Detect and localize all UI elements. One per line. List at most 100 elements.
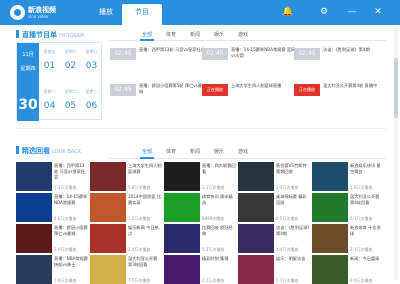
date-number: 06 [85, 101, 98, 111]
video-card[interactable]: 体育快讯 周末精选 8899次播放 [164, 193, 236, 222]
filter-all[interactable]: 全部 [142, 148, 152, 155]
tab-play[interactable]: 播放 [86, 4, 126, 21]
close-icon[interactable]: ✕ [372, 6, 384, 18]
video-thumbnail[interactable] [90, 193, 126, 222]
video-card[interactable]: 新浪体育 十佳进球 3.1万次播放 [312, 224, 384, 253]
video-thumbnail[interactable] [238, 224, 274, 253]
app-logo[interactable]: 新浪视频 sina video [10, 4, 70, 21]
video-thumbnail[interactable] [90, 162, 126, 191]
filter-news[interactable]: 新闻 [190, 31, 200, 38]
video-card[interactable]: 上海大学生四人制篮球赛 5.8万次播放 [90, 162, 162, 191]
video-card[interactable]: 新浪娱乐快讯 星空舞台 1.9万次播放 [312, 162, 384, 191]
video-card[interactable]: 直播：四大联赛回看 2.1万次播放 [164, 162, 236, 191]
schedule-item[interactable]: 02:45 访谈：《胜利足球》第4期 [294, 44, 390, 66]
schedule-title: 温大利亚公开赛第4轮 直播中 [323, 83, 378, 88]
date-cell[interactable]: 星期一 04 [39, 83, 60, 120]
video-thumbnail[interactable] [16, 162, 52, 191]
video-thumbnail[interactable] [238, 162, 274, 191]
video-card[interactable]: 访谈：《胜利足球》第4期 4.4万次播放 [238, 224, 310, 253]
schedule-item[interactable]: 正在播放 温大利亚公开赛第4轮 直播中 [294, 80, 390, 102]
video-caption[interactable]: 蔡拉德VS劳斯特 视频回放 [276, 163, 310, 174]
selected-day[interactable]: 11月 星期四 30 [17, 43, 39, 121]
date-cell[interactable]: 星期二 05 [60, 83, 81, 120]
video-thumbnail[interactable] [312, 224, 348, 253]
video-caption[interactable]: 直播：西甲第13轮 马竞vs皇家社会 [54, 163, 88, 180]
filter-entertainment[interactable]: 娱乐 [214, 148, 224, 155]
filter-sports[interactable]: 体育 [166, 148, 176, 155]
filter-news[interactable]: 新闻 [190, 148, 200, 155]
video-caption[interactable]: 直播：NBA常规赛 快船vs勇士 [54, 256, 88, 267]
schedule-item[interactable]: 正在播放 上海大学生四人制篮球直播 [202, 80, 298, 102]
video-caption[interactable]: 新闻：今日要闻 [350, 256, 384, 262]
date-cell[interactable]: 星期五 01 [39, 43, 60, 80]
video-card[interactable]: 新闻：今日要闻 9.9万次播放 [312, 255, 384, 284]
date-cell[interactable]: 星期日 03 [81, 43, 102, 80]
video-thumbnail[interactable] [16, 255, 52, 284]
video-caption[interactable]: 直播：欧冠小组赛 拜仁vs曼城 [54, 225, 88, 236]
schedule-item[interactable]: 02:45 直播：欧冠小组赛第5轮 拜仁vs曼城 [110, 80, 206, 102]
filter-divider [108, 157, 386, 159]
video-caption[interactable]: 上海大学生四人制篮球赛 [128, 163, 162, 174]
video-card[interactable]: 娱乐新闻 今日热点 2.4万次播放 [90, 224, 162, 253]
video-caption[interactable]: 体育快讯 周末精选 [202, 194, 236, 205]
schedule-item[interactable]: 02:45 直播：西甲第13轮 马竞vs皇家社会 [110, 44, 206, 66]
video-caption[interactable]: 温大利亚公开赛 第3轮回看 [128, 256, 162, 267]
minimize-icon[interactable]: — [346, 6, 358, 18]
video-thumbnail[interactable] [90, 255, 126, 284]
weekday-label: 星期四 [20, 66, 36, 72]
video-caption[interactable]: 比赛回放 欧冠经典 [202, 225, 236, 236]
video-card[interactable]: 2014中国男篮 比赛实录 1.2万次播放 [90, 193, 162, 222]
video-caption[interactable]: 娱乐新闻 今日热点 [128, 225, 162, 236]
video-caption[interactable]: 精彩时刻 集锦 [202, 256, 236, 262]
filter-games[interactable]: 游戏 [238, 31, 248, 38]
video-caption[interactable]: 桌球锦标赛 精彩回顾 [276, 194, 310, 205]
date-weekday: 星期五 [43, 49, 56, 54]
video-caption[interactable]: 直播：四大联赛回看 [202, 163, 236, 174]
video-card[interactable]: 精彩时刻 集锦 2.7万次播放 [164, 255, 236, 284]
video-caption[interactable]: 娱乐：明星访谈 [276, 256, 310, 262]
filter-entertainment[interactable]: 娱乐 [214, 31, 224, 38]
video-caption[interactable]: 直播：14-15赛季NBA常规赛 [54, 194, 88, 205]
video-caption[interactable]: 新浪娱乐快讯 星空舞台 [350, 163, 384, 174]
video-card[interactable]: 直播：NBA常规赛 快船vs勇士 1.6万次播放 [16, 255, 88, 284]
video-card[interactable]: 直播：欧冠小组赛 拜仁vs曼城 3.9万次播放 [16, 224, 88, 253]
date-cell[interactable]: 星期三 06 [81, 83, 102, 120]
video-thumbnail[interactable] [16, 224, 52, 253]
video-card[interactable]: 温大利亚公开赛 第4轮回看 6.1万次播放 [312, 193, 384, 222]
video-caption[interactable]: 访谈：《胜利足球》第4期 [276, 225, 310, 236]
video-card[interactable]: 桌球锦标赛 精彩回顾 9.5万次播放 [238, 193, 310, 222]
video-thumbnail[interactable] [164, 255, 200, 284]
video-card[interactable]: 娱乐：明星访谈 1.1万次播放 [238, 255, 310, 284]
video-card[interactable]: 蔡拉德VS劳斯特 视频回放 3.3万次播放 [238, 162, 310, 191]
video-card[interactable]: 直播：西甲第13轮 马竞vs皇家社会 7.3万次播放 [16, 162, 88, 191]
video-thumbnail[interactable] [164, 162, 200, 191]
video-thumbnail[interactable] [16, 193, 52, 222]
filter-all[interactable]: 全部 [142, 31, 152, 38]
settings-icon[interactable]: ⚙ [318, 6, 330, 18]
bell-icon[interactable]: 🔔 [282, 6, 294, 18]
date-weekday: 星期六 [64, 49, 77, 54]
video-thumbnail[interactable] [238, 255, 274, 284]
video-thumbnail[interactable] [90, 224, 126, 253]
schedule-live-badge: 正在播放 [294, 84, 320, 96]
schedule-item[interactable]: 02:45 直播：14-15赛季NBA常规赛 篮网vs火箭 [202, 44, 298, 66]
video-caption[interactable]: 温大利亚公开赛 第4轮回看 [350, 194, 384, 205]
video-card[interactable]: 直播：14-15赛季NBA常规赛 4.6万次播放 [16, 193, 88, 222]
date-cell[interactable]: 星期六 02 [60, 43, 81, 80]
video-card[interactable]: 温大利亚公开赛 第3轮回看 7.7万次播放 [90, 255, 162, 284]
filter-sports[interactable]: 体育 [166, 31, 176, 38]
video-thumbnail[interactable] [312, 162, 348, 191]
video-card[interactable]: 比赛回放 欧冠经典 5.2万次播放 [164, 224, 236, 253]
scrollbar-thumb[interactable] [394, 58, 398, 118]
video-caption[interactable]: 新浪体育 十佳进球 [350, 225, 384, 236]
schedule-title: 直播：14-15赛季NBA常规赛 篮网vs火箭 [231, 47, 296, 58]
filter-games[interactable]: 游戏 [238, 148, 248, 155]
video-thumbnail[interactable] [312, 193, 348, 222]
video-thumbnail[interactable] [238, 193, 274, 222]
video-thumbnail[interactable] [164, 193, 200, 222]
tab-programs[interactable]: 节目 [122, 4, 162, 25]
video-thumbnail[interactable] [312, 255, 348, 284]
video-caption[interactable]: 2014中国男篮 比赛实录 [128, 194, 162, 205]
scrollbar[interactable] [394, 28, 398, 280]
video-thumbnail[interactable] [164, 224, 200, 253]
